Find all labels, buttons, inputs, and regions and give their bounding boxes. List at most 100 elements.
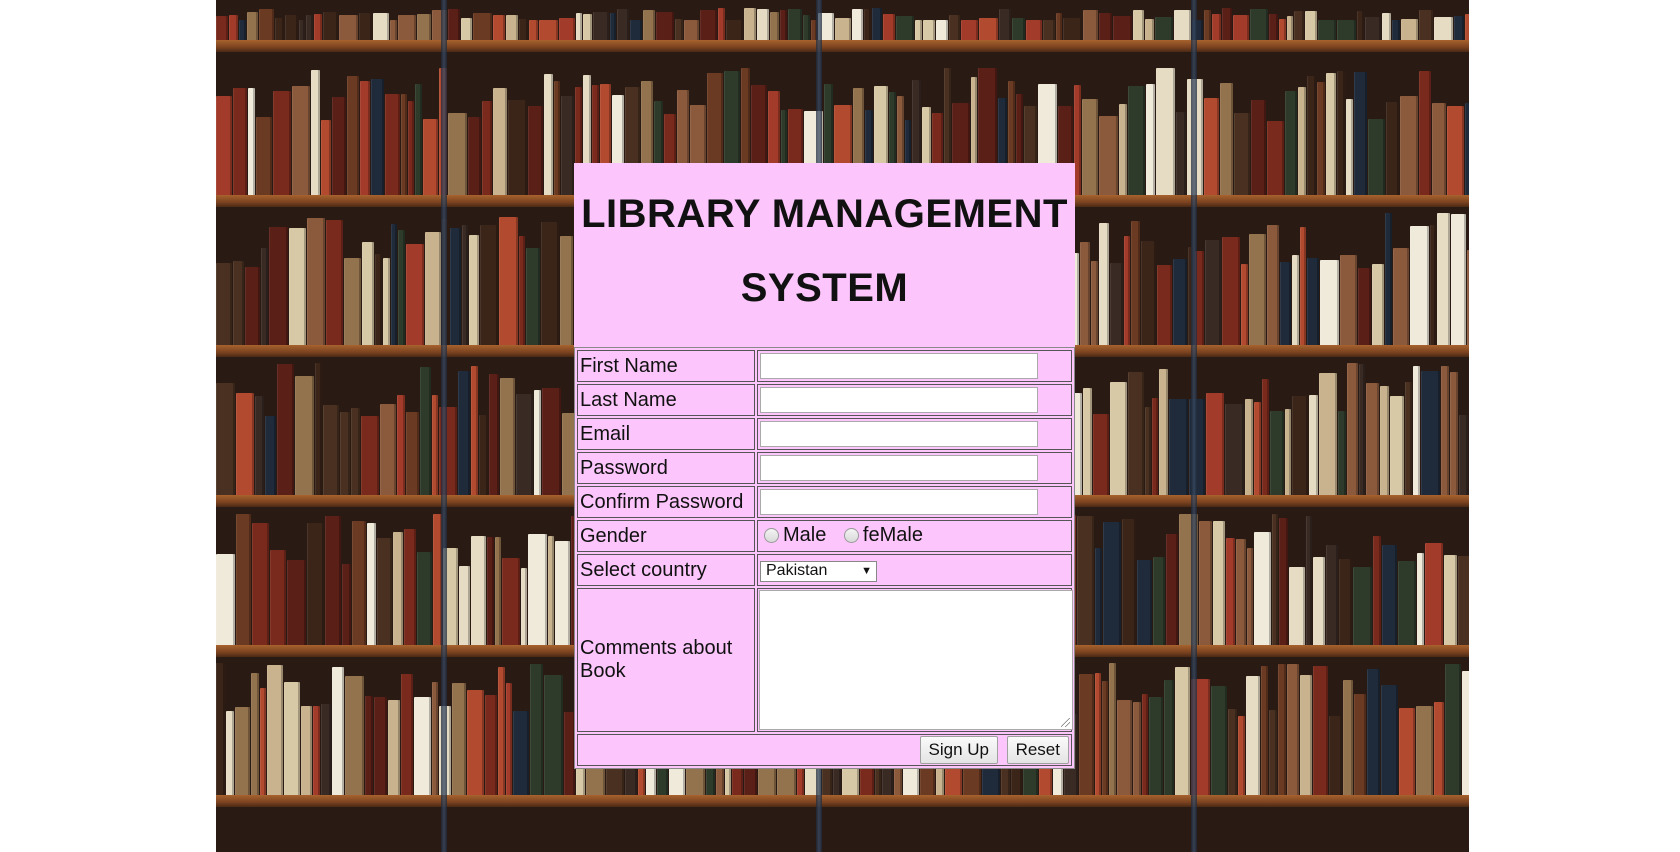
book-spine [1400,96,1418,195]
book-spine [1110,263,1123,345]
book-spine [375,254,382,345]
book-spine [757,9,769,40]
book-spine [1366,383,1379,495]
book-spine [498,667,505,795]
book-spine [883,14,895,40]
book-spine [780,10,787,40]
book-spine [1401,19,1418,40]
book-spine [301,706,312,795]
book-spine [1313,666,1328,795]
registration-form: First Name Last Name Email Password Conf… [574,347,1075,769]
book-spine [216,16,228,40]
book-spine [1382,545,1397,645]
book-spine [1346,99,1353,195]
book-spine [267,665,283,795]
book-spine [1254,532,1271,645]
book-spine [1419,71,1431,195]
first-name-cell [757,350,1072,382]
registration-panel: LIBRARY MANAGEMENT SYSTEM First Name Las… [574,163,1075,769]
book-spine [502,558,520,645]
book-spine [1357,11,1364,40]
male-radio[interactable] [764,527,779,543]
dropdown-arrow-icon: ▼ [861,565,872,578]
email-input[interactable] [760,421,1038,447]
sign-up-button[interactable]: Sign Up [919,736,999,764]
book-spine [236,393,254,495]
book-spine [1267,121,1284,195]
password-row: Password [577,452,1072,484]
book-spine [1340,255,1357,345]
book-spine [1272,514,1278,645]
book-spine [1077,516,1094,645]
book-spine [1454,16,1464,40]
book-spine [1117,700,1132,795]
book-spine [506,15,518,40]
book-spine [1390,396,1404,495]
book-spine [347,76,359,195]
book-spine [388,700,400,795]
book-spine [1169,399,1188,495]
book-spine [542,388,561,495]
book-spine [1365,17,1381,40]
book-spine [239,20,246,40]
comments-textarea[interactable] [759,590,1073,730]
book-spine [425,232,441,345]
book-spine [544,675,563,795]
book-spine [313,706,320,795]
book-spine [1326,73,1336,195]
book-spine [1425,543,1443,645]
book-spine [1128,86,1145,195]
email-label: Email [577,418,755,450]
book-spine [295,376,314,495]
last-name-label: Last Name [577,384,755,416]
country-select[interactable]: Pakistan ▼ [760,560,877,582]
book-spine [1441,366,1449,495]
book-spine [216,554,235,645]
gender-row: Gender Male feMale [577,520,1072,552]
book-spine [1359,364,1365,495]
book-spine [1392,20,1400,40]
first-name-input[interactable] [760,353,1038,379]
book-spine [560,236,573,345]
book-spine [307,218,325,345]
last-name-input[interactable] [760,387,1038,413]
book-spine [1329,716,1342,795]
book-spine [1099,116,1118,195]
reset-button[interactable]: Reset [1006,736,1069,764]
book-spine [1458,556,1469,645]
title-line-1: LIBRARY MANAGEMENT [581,192,1068,236]
book-spine [332,97,346,195]
book-spine [406,244,424,345]
first-name-row: First Name [577,350,1072,382]
book-spine [1368,119,1385,195]
email-cell [757,418,1072,450]
password-input[interactable] [760,455,1038,481]
book-spine [1238,716,1245,795]
book-spine [275,18,284,40]
book-spine [1465,103,1469,195]
comments-label: Comments about Book [577,588,755,732]
book-spine [1091,261,1098,345]
book-spine [1205,240,1221,345]
book-spine [1226,538,1235,645]
book-spine [1233,15,1249,40]
female-radio[interactable] [843,527,859,543]
book-spine [462,225,468,345]
book-spine [1026,20,1042,40]
book-spine [1467,250,1469,345]
book-spine [479,415,488,495]
book-spine [1199,521,1212,645]
book-spine [555,541,570,645]
book-spine [1137,560,1152,645]
book-spine [216,263,232,345]
book-spine [307,523,324,645]
resize-handle-icon[interactable] [1061,718,1070,727]
book-spine [414,697,431,795]
confirm-password-input[interactable] [760,489,1038,515]
book-spine [284,682,300,795]
book-spine [1155,17,1173,40]
book-spine [1298,87,1306,195]
book-spine [344,258,361,345]
book-spine [1211,686,1227,795]
book-spine [1382,13,1391,40]
